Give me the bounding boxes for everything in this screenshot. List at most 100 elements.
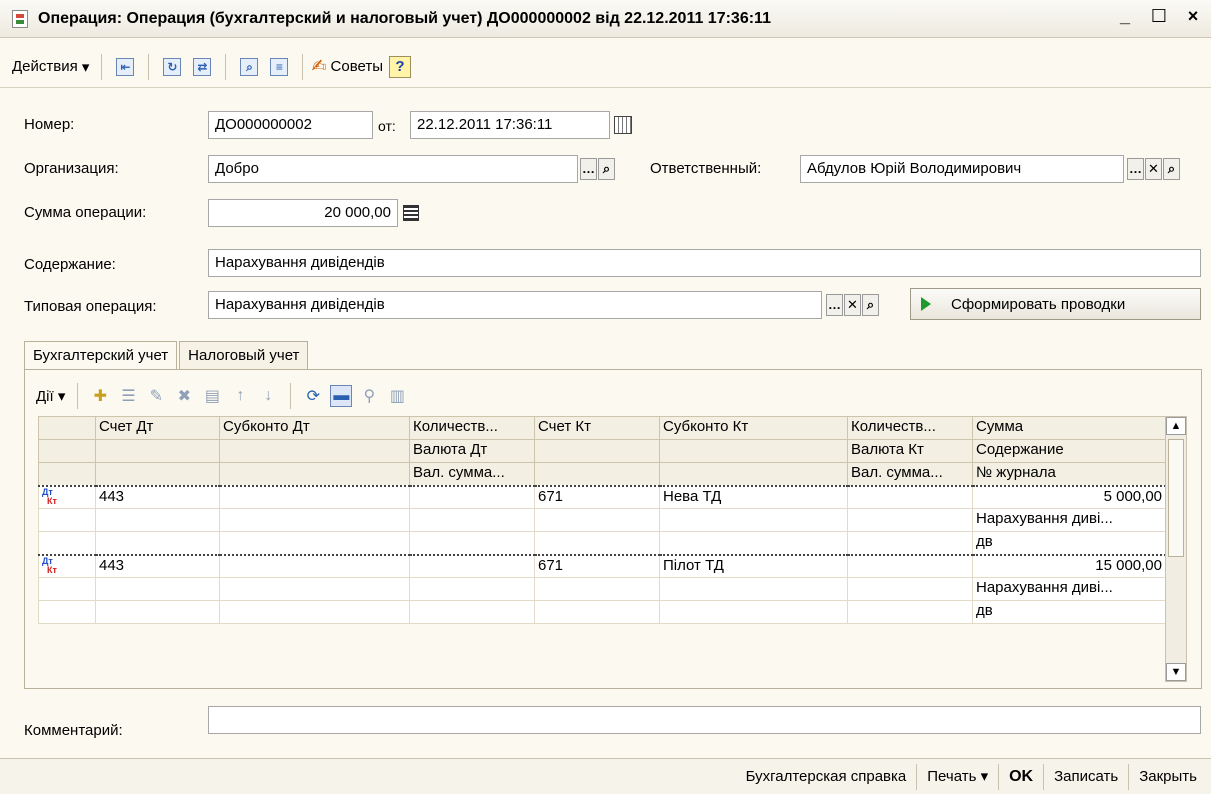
sum-cell[interactable]: 5 000,00 — [972, 484, 1166, 509]
header-sum[interactable]: Сумма — [972, 416, 1166, 440]
maximize-button[interactable]: ☐ — [1147, 6, 1171, 27]
table-row[interactable]: Дт Кт 443 671 Нева ТД 5 000,00 — [38, 484, 1166, 509]
subconto-dt-cell[interactable] — [219, 554, 410, 578]
open-typical-operation-icon[interactable]: ⌕ — [862, 294, 879, 316]
select-responsible-button[interactable]: … — [1127, 158, 1144, 180]
currency-sum-dt-cell[interactable] — [409, 600, 535, 624]
subconto-kt-cell[interactable]: Пілот ТД — [659, 554, 848, 578]
add-row-icon[interactable]: ✚ — [89, 385, 111, 407]
account-kt-cell[interactable]: 671 — [534, 554, 660, 578]
subconto-dt-cell[interactable] — [219, 484, 410, 509]
number-field[interactable]: ДО000000002 — [208, 111, 373, 139]
currency-sum-kt-cell[interactable] — [847, 531, 973, 556]
preview-icon[interactable]: ⌕ — [238, 56, 260, 78]
generate-entries-button[interactable]: Сформировать проводки — [910, 288, 1201, 320]
table-row[interactable]: Дт Кт 443 671 Пілот ТД 15 000,00 — [38, 554, 1166, 578]
columns-icon[interactable]: ▥ — [386, 385, 408, 407]
quantity-kt-cell[interactable] — [847, 484, 973, 509]
close-form-button[interactable]: Закрыть — [1128, 763, 1207, 790]
copy-row-icon[interactable]: ☰ — [117, 385, 139, 407]
quantity-kt-cell[interactable] — [847, 554, 973, 578]
header-quantity-dt[interactable]: Количеств... — [409, 416, 535, 440]
account-dt-cell[interactable]: 443 — [95, 554, 220, 578]
window-title: Операция: Операция (бухгалтерский и нало… — [38, 9, 771, 27]
journal-cell[interactable]: дв — [972, 531, 1166, 556]
header-content[interactable]: Содержание — [972, 439, 1166, 463]
header-account-dt[interactable]: Счет Дт — [95, 416, 220, 440]
currency-kt-cell[interactable] — [847, 577, 973, 601]
vertical-scrollbar[interactable]: ▲ ▼ — [1165, 416, 1187, 682]
tab-tax[interactable]: Налоговый учет — [179, 341, 309, 369]
table-row-sub[interactable]: дв — [38, 600, 1166, 624]
table-row-sub[interactable]: дв — [38, 531, 1166, 556]
refresh-icon[interactable]: ⟳ — [302, 385, 324, 407]
accounting-report-button[interactable]: Бухгалтерская справка — [736, 764, 917, 790]
open-organization-icon[interactable]: ⌕ — [598, 158, 615, 180]
actions-menu[interactable]: Действия ▾ — [8, 56, 93, 78]
account-dt-cell[interactable]: 443 — [95, 484, 220, 509]
open-responsible-icon[interactable]: ⌕ — [1163, 158, 1180, 180]
delete-row-icon[interactable]: ✖ — [173, 385, 195, 407]
comment-field[interactable] — [208, 706, 1201, 734]
reread-icon[interactable]: ↻ — [161, 56, 183, 78]
currency-kt-cell[interactable] — [847, 508, 973, 532]
document-list-icon[interactable]: ≡ — [268, 56, 290, 78]
content-field[interactable]: Нарахування дивідендів — [208, 249, 1201, 277]
currency-sum-kt-cell[interactable] — [847, 600, 973, 624]
bottom-button-bar: Бухгалтерская справка Печать ▾ OK Записа… — [0, 758, 1211, 794]
print-menu-button[interactable]: Печать ▾ — [916, 763, 998, 790]
account-kt-cell[interactable]: 671 — [534, 484, 660, 509]
scroll-up-icon[interactable]: ▲ — [1166, 417, 1186, 435]
header-currency-dt[interactable]: Валюта Дт — [409, 439, 535, 463]
copy-icon[interactable]: ⇄ — [191, 56, 213, 78]
responsible-field[interactable]: Абдулов Юрій Володимирович — [800, 155, 1124, 183]
currency-dt-cell[interactable] — [409, 577, 535, 601]
minimize-button[interactable]: _ — [1113, 6, 1137, 27]
header-currency-sum-dt[interactable]: Вал. сумма... — [409, 462, 535, 486]
scroll-down-icon[interactable]: ▼ — [1166, 663, 1186, 681]
quantity-dt-cell[interactable] — [409, 554, 535, 578]
typical-operation-field[interactable]: Нарахування дивідендів — [208, 291, 822, 319]
calendar-icon[interactable] — [614, 116, 632, 134]
currency-sum-dt-cell[interactable] — [409, 531, 535, 556]
date-field[interactable]: 22.12.2011 17:36:11 — [410, 111, 610, 139]
scroll-thumb[interactable] — [1168, 439, 1184, 557]
header-currency-kt[interactable]: Валюта Кт — [847, 439, 973, 463]
journal-cell[interactable]: дв — [972, 600, 1166, 624]
ok-button[interactable]: OK — [998, 763, 1043, 790]
end-edit-icon[interactable]: ▤ — [201, 385, 223, 407]
header-quantity-kt[interactable]: Количеств... — [847, 416, 973, 440]
select-organization-button[interactable]: … — [580, 158, 597, 180]
grid-actions-menu[interactable]: Дії ▾ — [32, 387, 69, 405]
save-button[interactable]: Записать — [1043, 763, 1128, 790]
clear-responsible-icon[interactable]: ✕ — [1145, 158, 1162, 180]
toggle-view-icon[interactable]: ▬ — [330, 385, 353, 407]
header-subconto-kt[interactable]: Субконто Кт — [659, 416, 848, 440]
amount-field[interactable]: 20 000,00 — [208, 199, 398, 227]
help-button[interactable]: ? — [389, 55, 412, 78]
calculator-icon[interactable] — [403, 205, 419, 221]
move-up-icon[interactable]: ↑ — [229, 385, 251, 407]
content-cell[interactable]: Нарахування диві... — [972, 508, 1166, 532]
back-arrow-icon[interactable]: ⇤ — [114, 56, 136, 78]
table-row-sub[interactable]: Нарахування диві... — [38, 508, 1166, 532]
sum-cell[interactable]: 15 000,00 — [972, 554, 1166, 578]
header-subconto-dt[interactable]: Субконто Дт — [219, 416, 410, 440]
subconto-kt-cell[interactable]: Нева ТД — [659, 484, 848, 509]
quantity-dt-cell[interactable] — [409, 484, 535, 509]
close-button[interactable]: × — [1181, 6, 1205, 27]
tab-accounting[interactable]: Бухгалтерский учет — [24, 341, 178, 369]
header-account-kt[interactable]: Счет Кт — [534, 416, 660, 440]
currency-dt-cell[interactable] — [409, 508, 535, 532]
select-typical-operation-button[interactable]: … — [826, 294, 843, 316]
advice-button[interactable]: ✍ Советы — [311, 56, 383, 77]
clear-typical-operation-icon[interactable]: ✕ — [844, 294, 861, 316]
header-journal[interactable]: № журнала — [972, 462, 1166, 486]
move-down-icon[interactable]: ↓ — [257, 385, 279, 407]
edit-row-icon[interactable]: ✎ — [145, 385, 167, 407]
header-currency-sum-kt[interactable]: Вал. сумма... — [847, 462, 973, 486]
content-cell[interactable]: Нарахування диві... — [972, 577, 1166, 601]
table-row-sub[interactable]: Нарахування диві... — [38, 577, 1166, 601]
filter-icon[interactable]: ⚲ — [358, 385, 380, 407]
organization-field[interactable]: Добро — [208, 155, 578, 183]
